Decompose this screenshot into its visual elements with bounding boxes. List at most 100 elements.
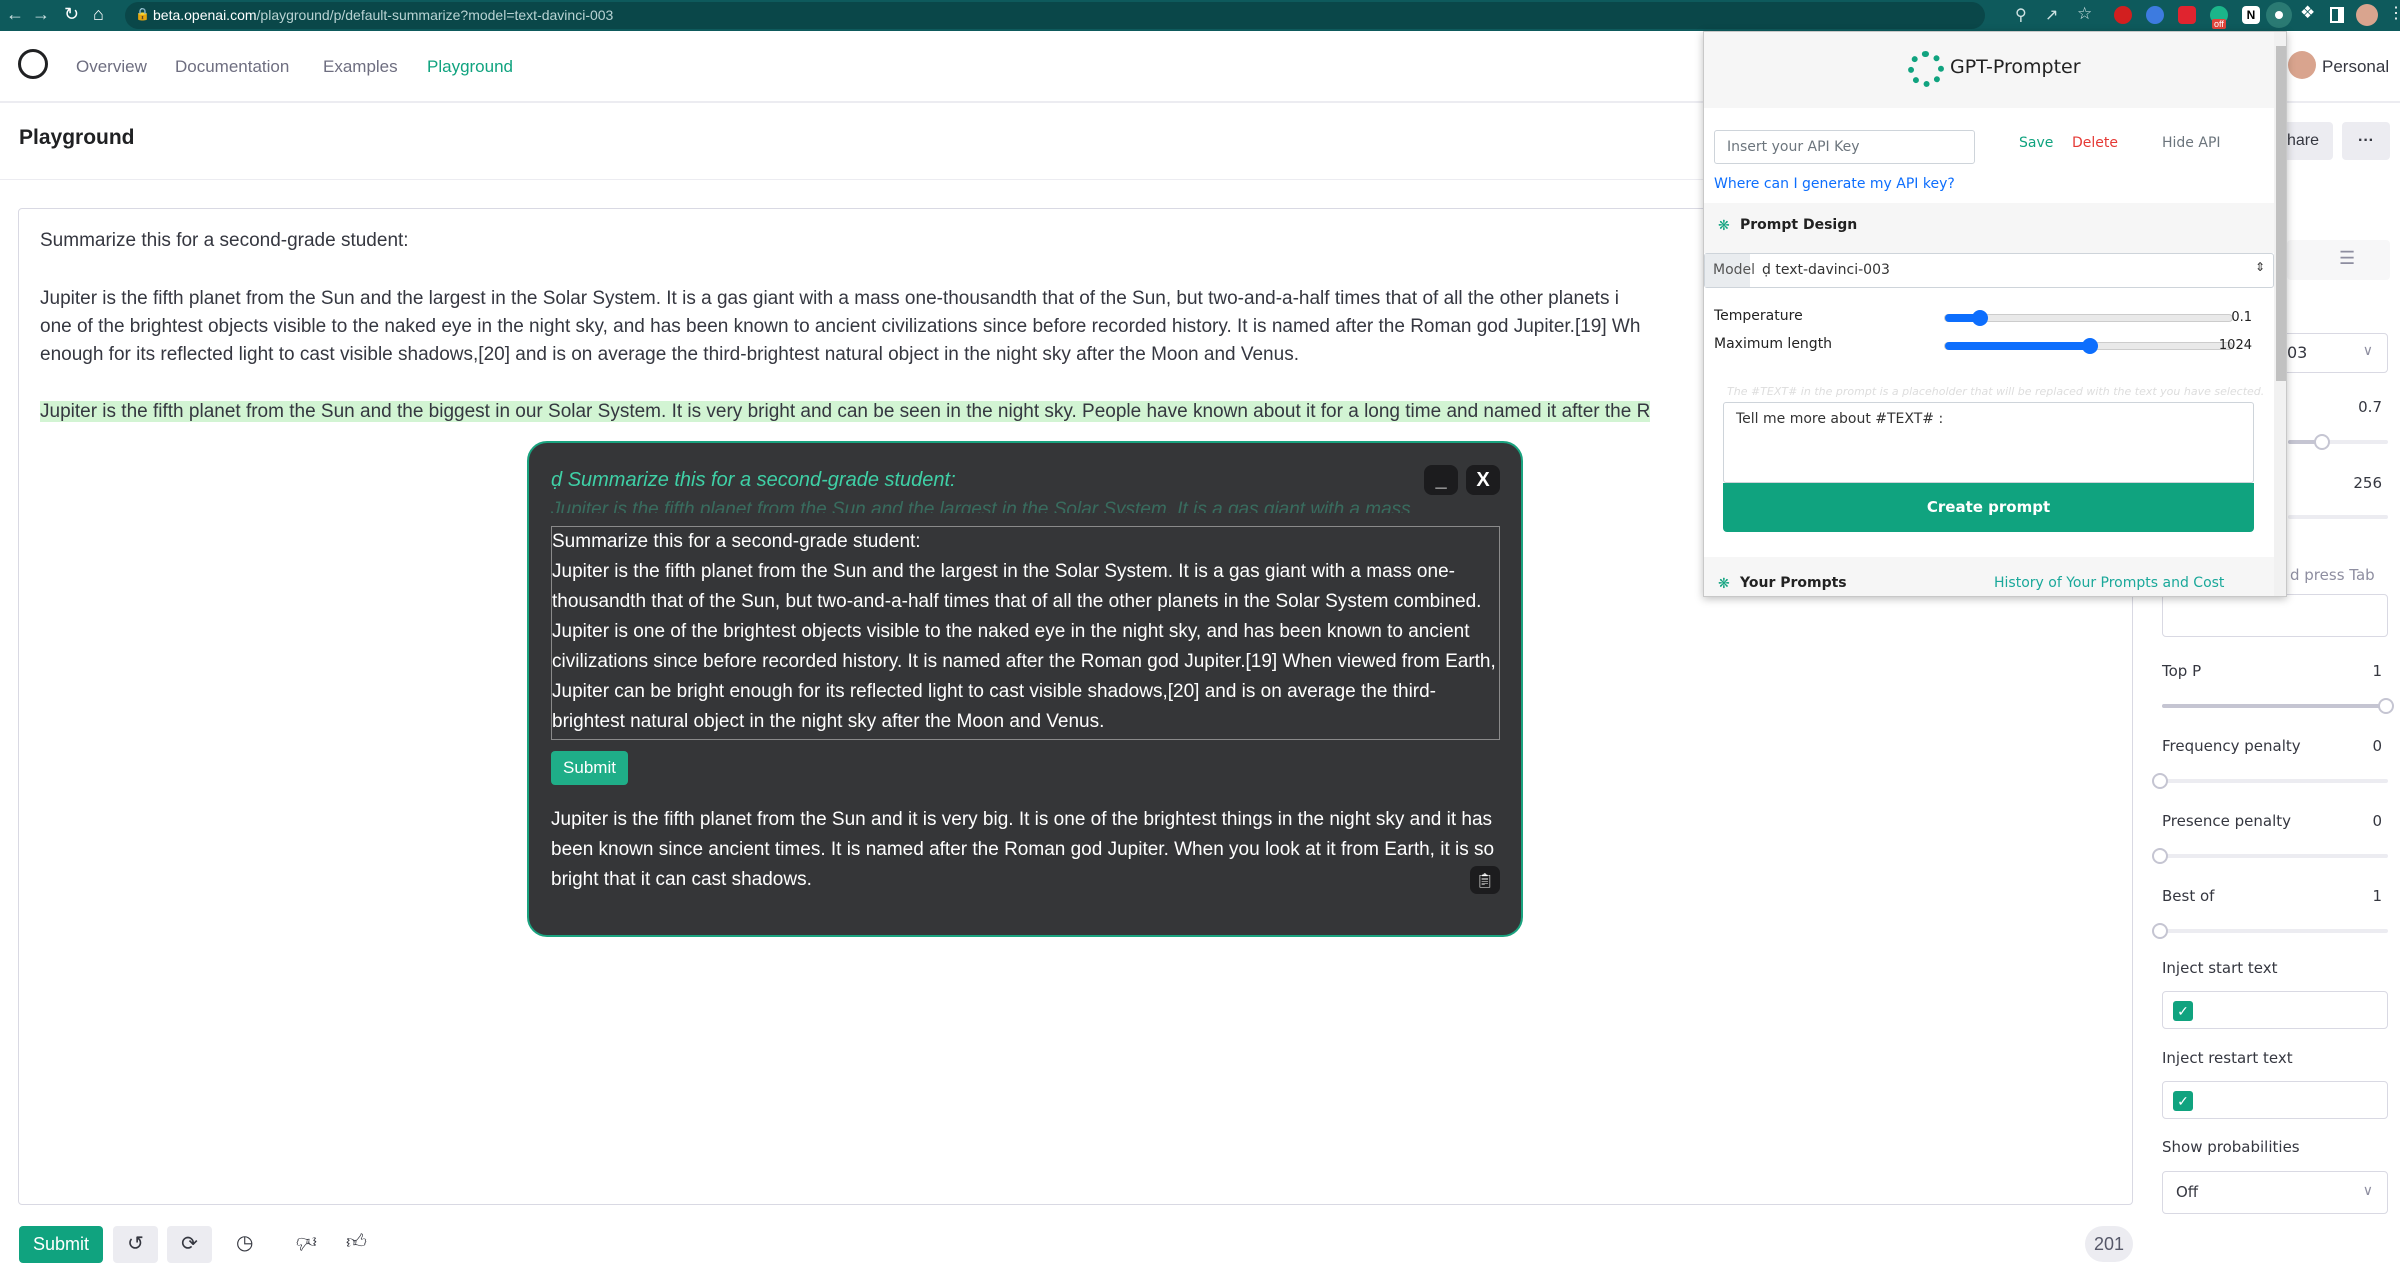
temperature-slider[interactable] [2288,434,2388,450]
mode-selector[interactable]: ☰ [2287,240,2390,280]
top-p-slider[interactable] [2162,698,2394,714]
presence-penalty-value: 0 [2372,812,2382,830]
editor-paragraph-line: enough for its reflected light to cast v… [40,344,1299,365]
modal-title[interactable]: ḍ Summarize this for a second-grade stud… [551,469,956,492]
output-line: been known since ancient times. It is na… [551,839,1495,860]
select-arrows-icon: ⇕ [2254,260,2265,274]
minimize-button[interactable]: _ [1424,465,1458,495]
slider-handle[interactable] [2378,698,2394,714]
slider-handle[interactable] [2314,434,2330,450]
submit-button[interactable]: Submit [19,1226,103,1263]
chevron-down-icon: ∨ [2362,342,2373,358]
scrollbar-thumb[interactable] [2276,46,2286,381]
modal-output: Jupiter is the fifth planet from the Sun… [551,805,1495,895]
profile-avatar[interactable] [2356,4,2378,26]
regenerate-button[interactable]: ⟳ [167,1226,212,1263]
account-avatar[interactable] [2288,51,2316,79]
nav-documentation[interactable]: Documentation [175,57,289,77]
modal-prompt-input[interactable]: Summarize this for a second-grade studen… [551,526,1500,740]
save-api-button[interactable]: Save [2019,135,2053,151]
inject-restart-label: Inject restart text [2162,1049,2293,1067]
thumbs-up-icon[interactable]: 👍︎ [346,1230,367,1254]
popup-scrollbar[interactable] [2274,32,2286,596]
gpt-prompter-logo-icon [1908,51,1944,87]
reload-icon[interactable]: ↻ [64,4,79,25]
undo-button[interactable]: ↺ [113,1226,158,1263]
api-key-help-link[interactable]: Where can I generate my API key? [1714,176,1955,192]
your-prompts-section: ❋ Your Prompts History of Your Prompts a… [1704,557,2274,596]
share-icon[interactable]: ↗ [2045,5,2058,25]
max-length-slider[interactable] [2288,515,2388,519]
best-of-slider[interactable] [2152,923,2388,939]
side-panel-icon[interactable] [2330,7,2344,23]
undo-icon: ↺ [127,1233,144,1255]
nav-overview[interactable]: Overview [76,57,147,77]
browser-toolbar: ← → ↻ ⌂ 🔒 beta.openai.com/playground/p/d… [0,0,2400,31]
best-of-value: 1 [2372,887,2382,905]
input-line: Jupiter can be bright enough for its ref… [552,681,1437,702]
zoom-icon[interactable]: ⚲ [2015,5,2027,25]
notion-extension-icon[interactable]: N [2242,6,2260,24]
browser-menu-icon[interactable]: ⋮ [2388,3,2400,23]
inject-start-checkbox[interactable]: ✓ [2173,1001,2193,1021]
gpt-prompter-popup: GPT-Prompter Insert your API Key Save De… [1703,31,2287,597]
close-button[interactable]: X [1466,465,1500,495]
api-key-input[interactable]: Insert your API Key [1714,130,1975,164]
history-link[interactable]: History of Your Prompts and Cost [1994,575,2224,591]
nav-examples[interactable]: Examples [323,57,398,77]
bookmark-star-icon[interactable]: ☆ [2077,4,2092,24]
hide-api-button[interactable]: Hide API [2162,135,2221,151]
share-button[interactable]: hare [2287,122,2333,160]
inject-restart-field[interactable]: ✓ [2162,1081,2388,1119]
prompt-textarea[interactable]: Tell me more about #TEXT# : [1723,402,2254,483]
show-probabilities-label: Show probabilities [2162,1138,2300,1156]
frequency-penalty-slider[interactable] [2152,773,2388,789]
gpt-prompter-extension-icon[interactable] [2266,2,2292,28]
presence-penalty-slider[interactable] [2152,848,2388,864]
modal-submit-button[interactable]: Submit [551,751,628,785]
copy-button[interactable]: 📋︎ [1470,866,1500,894]
popup-temperature-slider[interactable] [1944,310,2233,326]
stop-sequence-hint: d press Tab [2290,566,2375,584]
home-icon[interactable]: ⌂ [93,4,104,25]
more-options-button[interactable]: ··· [2342,122,2390,160]
inject-start-field[interactable]: ✓ [2162,991,2388,1029]
input-line: brightest natural object in the night sk… [552,711,1105,732]
forward-icon[interactable]: → [32,4,50,25]
stop-sequence-input[interactable] [2162,594,2388,637]
show-probabilities-select[interactable]: Off ∨ [2162,1171,2388,1214]
address-bar[interactable]: 🔒 beta.openai.com/playground/p/default-s… [125,2,2092,29]
inject-restart-checkbox[interactable]: ✓ [2173,1091,2193,1111]
mendeley-extension-icon[interactable] [2178,6,2196,24]
output-line: Jupiter is the fifth planet from the Sun… [551,809,1493,830]
gear-icon: ❋ [1718,576,1730,592]
history-icon[interactable]: ◷ [236,1230,253,1255]
model-select-group[interactable]: Model ḍ text-davinci-003 ⇕ [1704,253,2274,288]
slider-handle[interactable] [1972,310,1989,326]
extension-icon[interactable] [2146,6,2164,24]
url-path: /playground/p/default-summarize?model=te… [256,7,614,23]
back-icon[interactable]: ← [6,4,24,25]
slider-handle[interactable] [2081,338,2098,354]
temperature-value: 0.1 [2231,310,2252,325]
slider-handle[interactable] [2152,848,2168,864]
editor-paragraph-line: Jupiter is the fifth planet from the Sun… [40,288,1619,309]
input-line: civilizations since before recorded hist… [552,651,1496,672]
slider-handle[interactable] [2152,773,2168,789]
adblock-extension-icon[interactable] [2114,6,2132,24]
slider-handle[interactable] [2152,923,2168,939]
delete-api-button[interactable]: Delete [2072,135,2118,151]
max-length-label: Maximum length [1714,336,1833,352]
thumbs-down-icon[interactable]: 👍︎ [296,1230,317,1254]
temperature-label: Temperature [1714,308,1803,324]
edit-mode-icon[interactable]: ☰ [2339,248,2355,269]
chevron-down-icon: ∨ [2362,1182,2373,1198]
model-select-value: 03 [2287,343,2308,362]
account-name[interactable]: Personal [2322,57,2389,77]
openai-logo-icon[interactable] [18,49,48,79]
extensions-puzzle-icon[interactable]: ❖ [2300,3,2315,23]
nav-playground[interactable]: Playground [427,57,513,77]
output-line: bright that it can cast shadows. [551,869,812,890]
popup-max-length-slider[interactable] [1944,338,2233,354]
create-prompt-button[interactable]: Create prompt [1723,483,2254,532]
